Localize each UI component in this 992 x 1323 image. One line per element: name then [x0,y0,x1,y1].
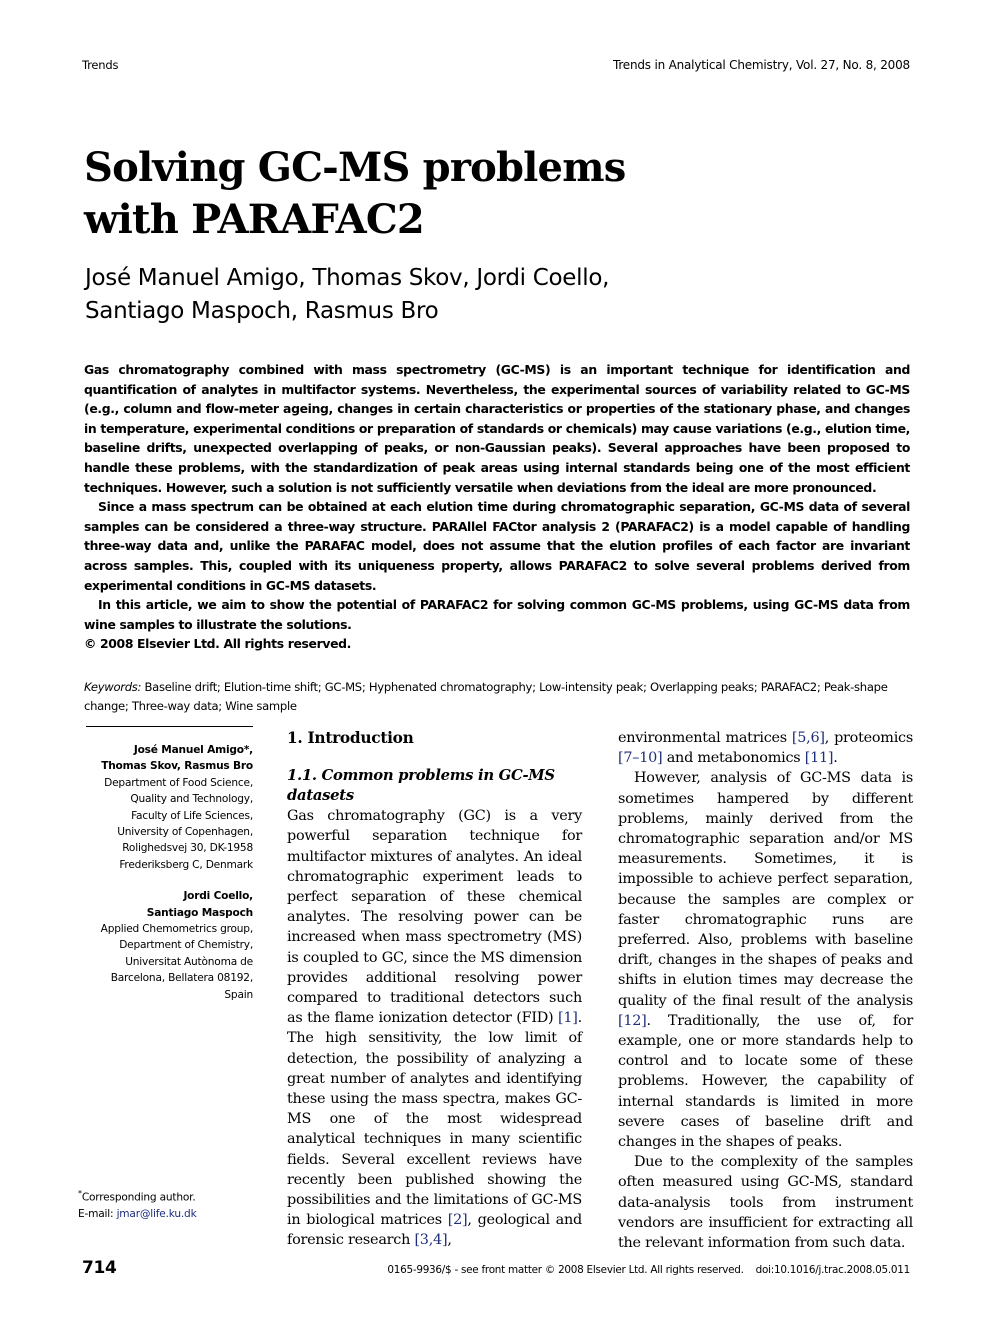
keywords-label: Keywords: [84,680,142,694]
footer-imprint: 0165-9936/$ - see front matter © 2008 El… [387,1264,910,1276]
affiliation-1-names: José Manuel Amigo*, Thomas Skov, Rasmus … [78,742,253,775]
body-text-right-2a: However, analysis of GC-MS data is somet… [618,770,913,1009]
affiliation-1-names-line-2: Thomas Skov, Rasmus Bro [101,760,253,773]
corresponding-author-note: *Corresponding author. E-mail: jmar@life… [78,1186,258,1223]
affiliation-2-line-5: Spain [224,988,253,1001]
body-paragraph-right-1: environmental matrices [5,6], proteomics… [618,728,913,768]
corresponding-author-text: Corresponding author. [81,1191,196,1204]
affiliation-2-names-line-1: Jordi Coello, [183,890,253,903]
page-title: Solving GC-MS problems with PARAFAC2 [84,142,724,246]
paper-page: Trends Trends in Analytical Chemistry, V… [0,0,992,1323]
corresponding-email-line: E-mail: jmar@life.ku.dk [78,1206,258,1223]
body-text-right-2b: . Traditionally, the use of, for example… [618,1012,913,1151]
affiliation-1-line-4: University of Copenhagen, [117,826,253,839]
page-number: 714 [82,1258,117,1278]
citation-ref-3[interactable]: [3,4] [414,1232,447,1248]
footer-doi[interactable]: doi:10.1016/j.trac.2008.05.011 [756,1264,911,1276]
column-middle: 1. Introduction 1.1. Common problems in … [287,728,582,1251]
affiliation-2-line-2: Department of Chemistry, [119,939,253,952]
affiliation-2-line-3: Universitat Autònoma de [125,955,253,968]
email-link[interactable]: jmar@life.ku.dk [117,1208,197,1220]
affiliation-2-names-line-2: Santiago Maspoch [146,906,253,919]
affiliation-1-line-2: Quality and Technology, [130,793,253,806]
affiliation-1-line-3: Faculty of Life Sciences, [131,809,253,822]
body-text-mid-1a: Gas chromatography (GC) is a very powerf… [287,808,582,1027]
abstract-paragraph-2: Since a mass spectrum can be obtained at… [84,499,910,593]
affiliation-1-names-line-1: José Manuel Amigo*, [133,744,253,756]
body-text-right-1b: , proteomics [824,730,914,746]
affiliation-block-1: José Manuel Amigo*, Thomas Skov, Rasmus … [78,742,253,873]
body-paragraph-right-3: Due to the complexity of the samples oft… [618,1154,913,1252]
body-paragraph-mid-1: Gas chromatography (GC) is a very powerf… [287,806,582,1250]
abstract-copyright: © 2008 Elsevier Ltd. All rights reserved… [84,636,352,652]
abstract-paragraph-3: In this article, we aim to show the pote… [84,597,910,632]
affiliation-1-line-1: Department of Food Science, [104,776,253,789]
citation-ref-7-10[interactable]: [7–10] [618,750,663,766]
citation-ref-5-6[interactable]: [5,6] [792,730,825,746]
abstract-paragraph-1: Gas chromatography combined with mass sp… [84,362,910,495]
running-head-right: Trends in Analytical Chemistry, Vol. 27,… [612,58,910,72]
affiliations: José Manuel Amigo*, Thomas Skov, Rasmus … [78,742,254,1018]
running-head-left: Trends [82,58,119,72]
title-line-2: with PARAFAC2 [84,195,425,243]
page-footer: 714 0165-9936/$ - see front matter © 200… [82,1258,910,1278]
author-list: José Manuel Amigo, Thomas Skov, Jordi Co… [85,262,785,328]
citation-ref-2[interactable]: [2] [448,1212,468,1228]
citation-ref-1[interactable]: [1] [558,1010,578,1026]
body-text-right-1c: and metabonomics [662,750,805,767]
section-heading-introduction: 1. Introduction [287,729,414,747]
citation-ref-12[interactable]: [12] [618,1013,647,1029]
body-text-mid-1d: , [447,1232,452,1249]
body-text-right-1d: . [833,750,838,767]
affiliation-block-2: Jordi Coello, Santiago Maspoch Applied C… [78,888,254,1003]
abstract: Gas chromatography combined with mass sp… [84,360,910,654]
citation-ref-11[interactable]: [11] [805,750,834,766]
keywords: Keywords: Baseline drift; Elution-time s… [84,678,910,716]
email-label: E-mail: [78,1208,117,1221]
author-line-2: Santiago Maspoch, Rasmus Bro [85,298,439,324]
affiliation-1-line-6: Frederiksberg C, Denmark [119,858,253,871]
subsection-heading-common-problems: 1.1. Common problems in GC-MS datasets [287,767,555,804]
affiliation-1-line-5: Rolighedsvej 30, DK-1958 [122,842,253,855]
title-line-1: Solving GC-MS problems [84,143,626,191]
body-paragraph-right-2: However, analysis of GC-MS data is somet… [618,768,913,1152]
affiliation-2-line-4: Barcelona, Bellatera 08192, [110,972,254,985]
sidebar-divider [86,726,253,727]
corresponding-author-line: *Corresponding author. [78,1186,258,1206]
footer-imprint-text: 0165-9936/$ - see front matter © 2008 El… [387,1264,744,1276]
body-text-mid-1b: . The high sensitivity, the low limit of… [287,1010,582,1229]
running-head: Trends Trends in Analytical Chemistry, V… [82,58,910,72]
keywords-text: Baseline drift; Elution-time shift; GC-M… [84,680,888,713]
affiliation-2-names: Jordi Coello, Santiago Maspoch [78,888,253,921]
author-line-1: José Manuel Amigo, Thomas Skov, Jordi Co… [85,265,610,291]
body-text-right-1a: environmental matrices [618,730,792,746]
affiliation-2-line-1: Applied Chemometrics group, [100,923,254,936]
column-right: environmental matrices [5,6], proteomics… [618,728,913,1253]
